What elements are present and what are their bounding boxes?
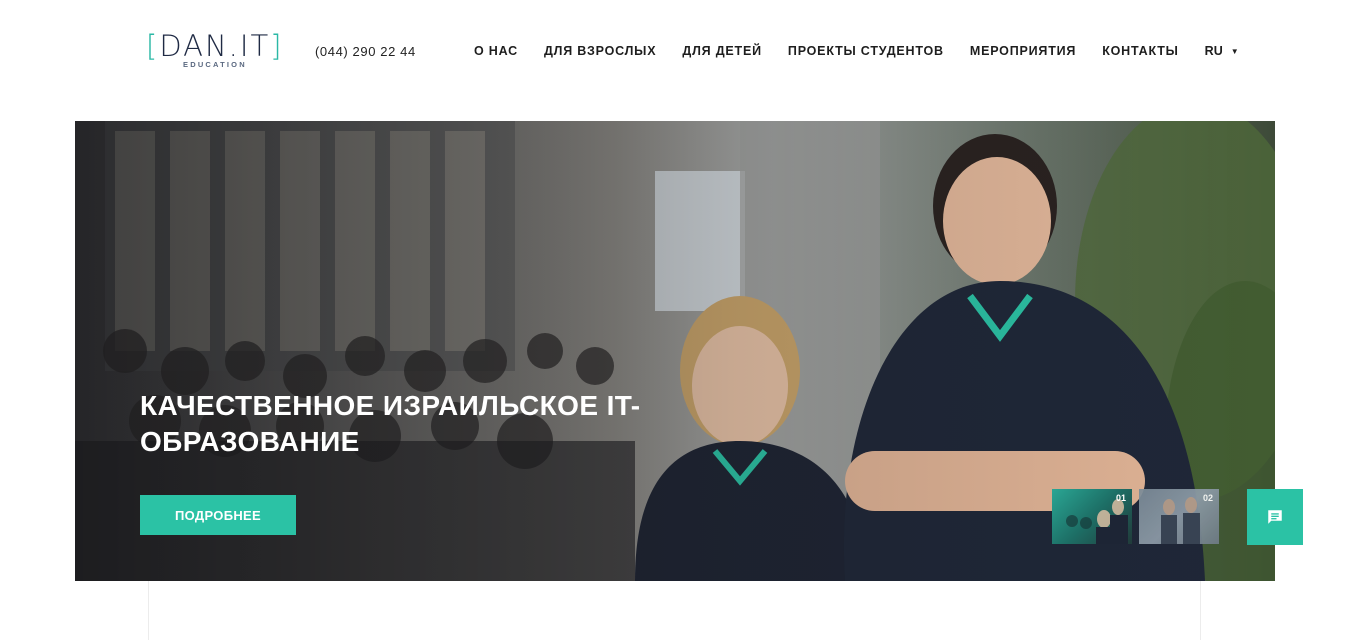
slide-thumbnail-2[interactable]: 02 bbox=[1139, 489, 1219, 544]
more-button[interactable]: ПОДРОБНЕЕ bbox=[140, 495, 296, 535]
slide-thumbnail-1[interactable]: 01 bbox=[1052, 489, 1132, 544]
slide-number: 01 bbox=[1115, 493, 1126, 503]
phone-number[interactable]: (044) 290 22 44 bbox=[315, 44, 416, 59]
slide-number: 02 bbox=[1202, 493, 1213, 503]
logo[interactable]: [DAN.IT] EDUCATION bbox=[146, 30, 288, 72]
nav-item-kids[interactable]: ДЛЯ ДЕТЕЙ bbox=[682, 44, 762, 58]
nav-item-events[interactable]: МЕРОПРИЯТИЯ bbox=[970, 44, 1076, 58]
caret-down-icon: ▼ bbox=[1230, 46, 1239, 56]
nav-item-student-projects[interactable]: ПРОЕКТЫ СТУДЕНТОВ bbox=[788, 44, 944, 58]
main-nav: О НАС ДЛЯ ВЗРОСЛЫХ ДЛЯ ДЕТЕЙ ПРОЕКТЫ СТУ… bbox=[474, 44, 1239, 58]
nav-item-adults[interactable]: ДЛЯ ВЗРОСЛЫХ bbox=[544, 44, 656, 58]
logo-wordmark: [DAN.IT] bbox=[146, 29, 284, 63]
nav-item-contacts[interactable]: КОНТАКТЫ bbox=[1102, 44, 1178, 58]
site-header: [DAN.IT] EDUCATION (044) 290 22 44 О НАС… bbox=[0, 0, 1352, 100]
content-panel bbox=[148, 581, 1201, 640]
language-selector[interactable]: RU ▼ bbox=[1205, 44, 1239, 58]
chat-icon bbox=[1268, 510, 1282, 524]
hero-title: КАЧЕСТВЕННОЕ ИЗРАИЛЬСКОЕ IT-ОБРАЗОВАНИЕ bbox=[140, 390, 641, 457]
nav-item-about[interactable]: О НАС bbox=[474, 44, 518, 58]
language-label: RU bbox=[1204, 44, 1223, 58]
hero-slider: КАЧЕСТВЕННОЕ ИЗРАИЛЬСКОЕ IT-ОБРАЗОВАНИЕ … bbox=[75, 121, 1275, 581]
chat-button[interactable] bbox=[1247, 489, 1303, 545]
logo-subtitle: EDUCATION bbox=[183, 60, 247, 69]
